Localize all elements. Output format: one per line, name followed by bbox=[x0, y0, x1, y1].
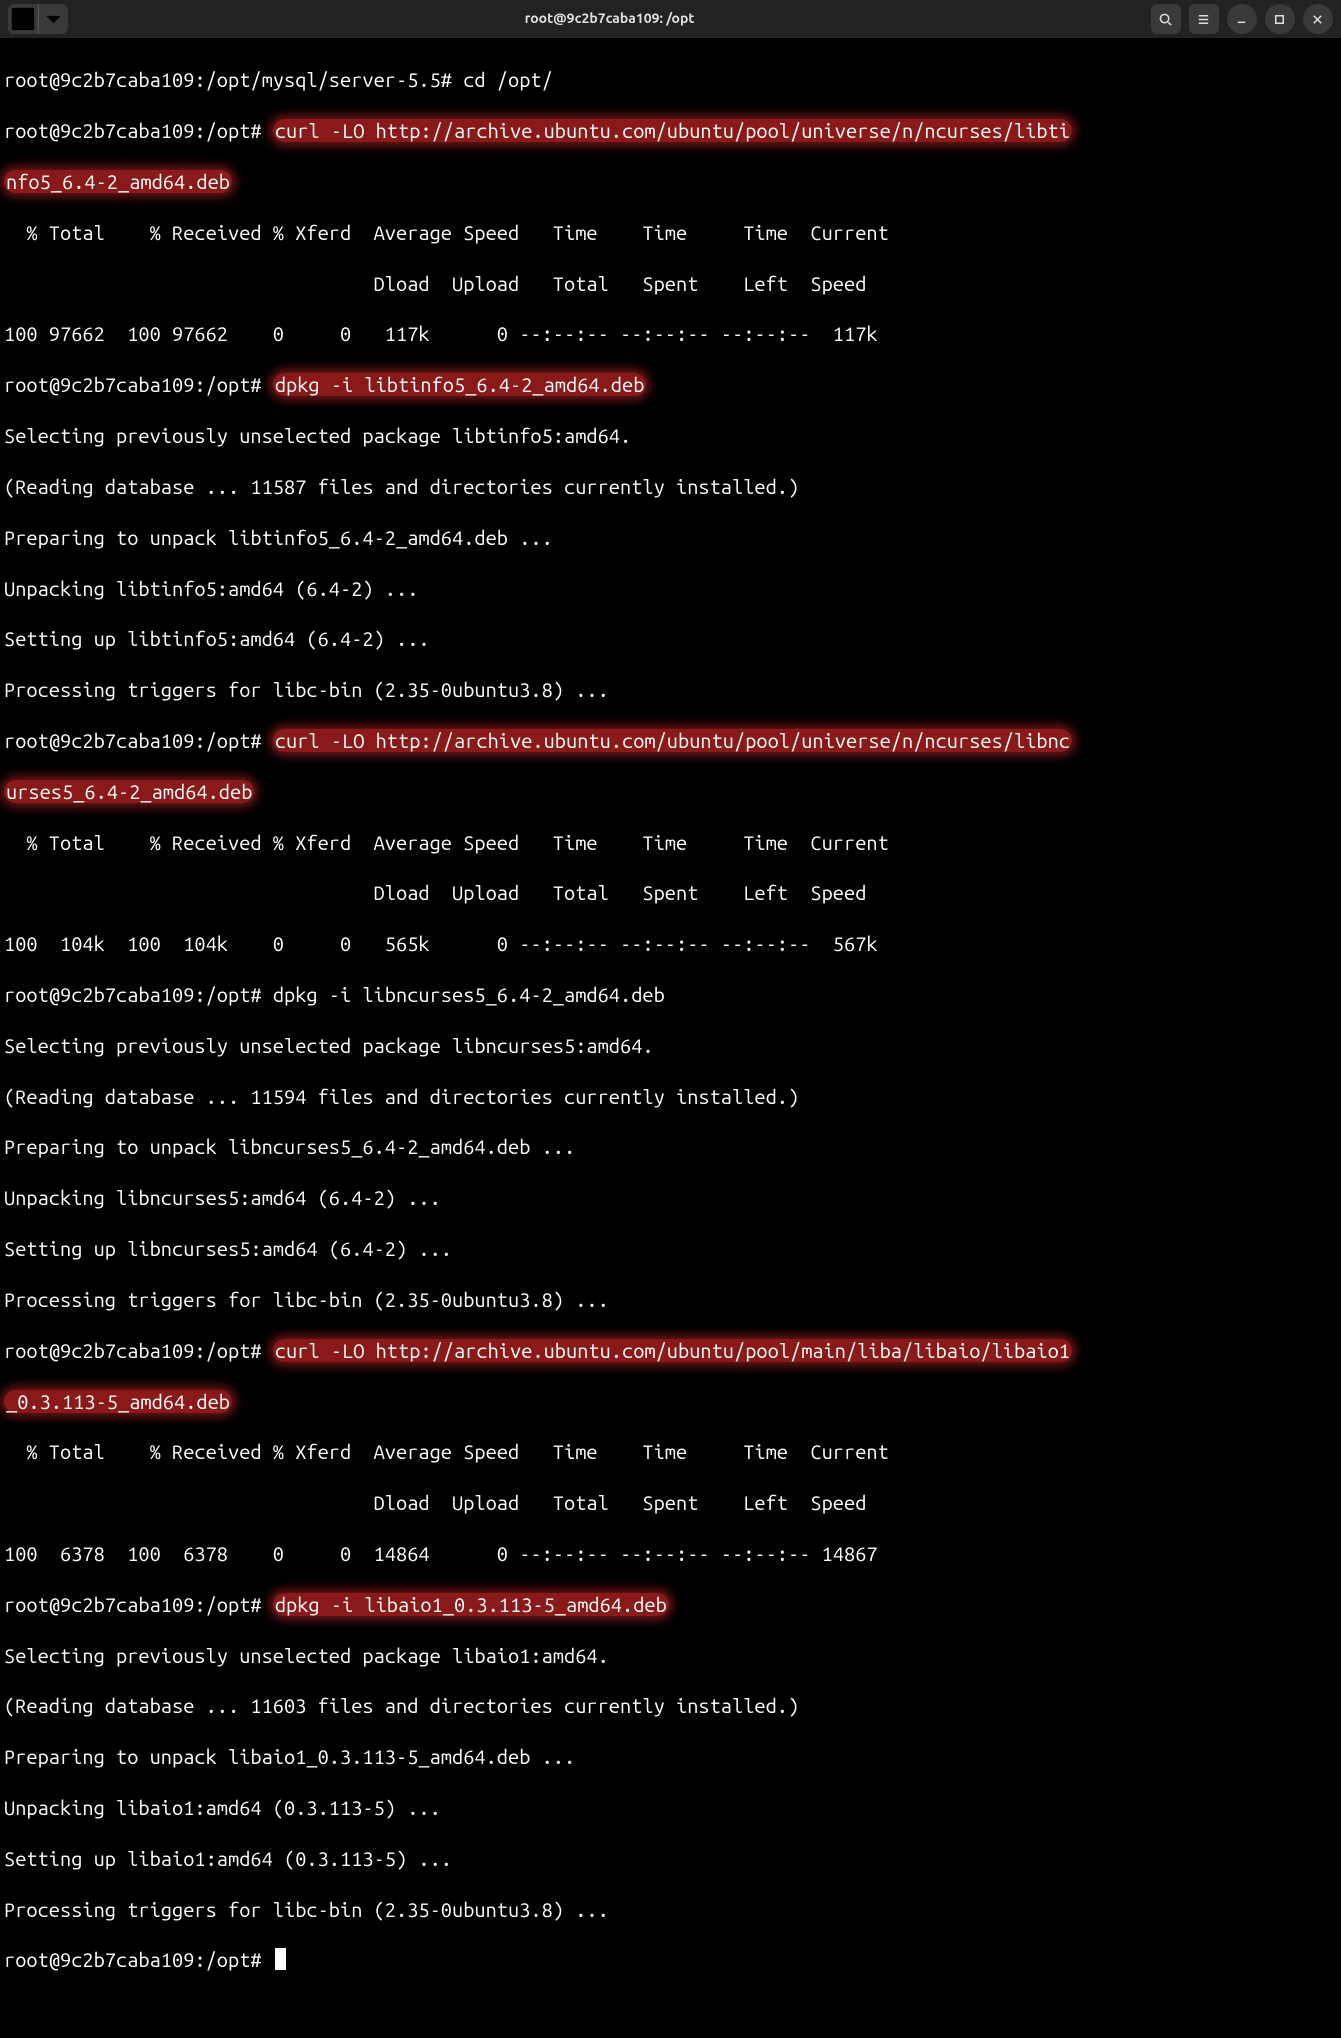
prompt: root@9c2b7caba109:/opt# bbox=[4, 119, 273, 142]
output-line: Unpacking libtinfo5:amd64 (6.4-2) ... bbox=[4, 576, 1337, 601]
highlighted-command: curl -LO http://archive.ubuntu.com/ubunt… bbox=[273, 1339, 1072, 1362]
output-line: 100 97662 100 97662 0 0 117k 0 --:--:-- … bbox=[4, 321, 1337, 346]
output-line: Setting up libncurses5:amd64 (6.4-2) ... bbox=[4, 1236, 1337, 1261]
menu-button[interactable] bbox=[1189, 4, 1219, 34]
output-line: (Reading database ... 11594 files and di… bbox=[4, 1084, 1337, 1109]
output-line: Processing triggers for libc-bin (2.35-0… bbox=[4, 1897, 1337, 1922]
output-line: 100 6378 100 6378 0 0 14864 0 --:--:-- -… bbox=[4, 1541, 1337, 1566]
prompt: root@9c2b7caba109:/opt# bbox=[4, 1593, 273, 1616]
new-tab-split[interactable] bbox=[8, 4, 68, 34]
prompt: root@9c2b7caba109:/opt/mysql/server-5.5# bbox=[4, 68, 463, 91]
output-line: (Reading database ... 11603 files and di… bbox=[4, 1693, 1337, 1718]
output-line: Selecting previously unselected package … bbox=[4, 1643, 1337, 1668]
minimize-button[interactable] bbox=[1227, 4, 1257, 34]
output-line: Setting up libaio1:amd64 (0.3.113-5) ... bbox=[4, 1846, 1337, 1871]
output-line: 100 104k 100 104k 0 0 565k 0 --:--:-- --… bbox=[4, 931, 1337, 956]
search-button[interactable] bbox=[1151, 4, 1181, 34]
close-button[interactable] bbox=[1303, 4, 1333, 34]
output-line: Selecting previously unselected package … bbox=[4, 1033, 1337, 1058]
new-tab-button[interactable] bbox=[8, 4, 38, 34]
highlighted-command: curl -LO http://archive.ubuntu.com/ubunt… bbox=[273, 119, 1072, 142]
highlighted-command: dpkg -i libtinfo5_6.4-2_amd64.deb bbox=[273, 373, 647, 396]
output-line: % Total % Received % Xferd Average Speed… bbox=[4, 1439, 1337, 1464]
output-line: % Total % Received % Xferd Average Speed… bbox=[4, 830, 1337, 855]
output-line: Unpacking libncurses5:amd64 (6.4-2) ... bbox=[4, 1185, 1337, 1210]
output-line: Setting up libtinfo5:amd64 (6.4-2) ... bbox=[4, 626, 1337, 651]
new-tab-dropdown[interactable] bbox=[38, 4, 68, 34]
highlighted-command: curl -LO http://archive.ubuntu.com/ubunt… bbox=[273, 729, 1072, 752]
highlighted-command: dpkg -i libaio1_0.3.113-5_amd64.deb bbox=[273, 1593, 669, 1616]
maximize-button[interactable] bbox=[1265, 4, 1295, 34]
output-line: Processing triggers for libc-bin (2.35-0… bbox=[4, 1287, 1337, 1312]
output-line: Processing triggers for libc-bin (2.35-0… bbox=[4, 677, 1337, 702]
output-line: Dload Upload Total Spent Left Speed bbox=[4, 880, 1337, 905]
highlighted-command: nfo5_6.4-2_amd64.deb bbox=[4, 170, 232, 193]
output-line: Dload Upload Total Spent Left Speed bbox=[4, 1490, 1337, 1515]
prompt: root@9c2b7caba109:/opt# bbox=[4, 373, 273, 396]
window-title: root@9c2b7caba109: /opt bbox=[525, 6, 695, 31]
prompt: root@9c2b7caba109:/opt# bbox=[4, 1948, 273, 1971]
command-text: cd /opt/ bbox=[463, 68, 553, 91]
highlighted-command: urses5_6.4-2_amd64.deb bbox=[4, 780, 254, 803]
output-line: Selecting previously unselected package … bbox=[4, 423, 1337, 448]
cursor bbox=[275, 1948, 286, 1970]
output-line: Dload Upload Total Spent Left Speed bbox=[4, 271, 1337, 296]
output-line: % Total % Received % Xferd Average Speed… bbox=[4, 220, 1337, 245]
prompt: root@9c2b7caba109:/opt# bbox=[4, 1339, 273, 1362]
highlighted-command: _0.3.113-5_amd64.deb bbox=[4, 1390, 232, 1413]
output-line: Preparing to unpack libtinfo5_6.4-2_amd6… bbox=[4, 525, 1337, 550]
output-line: Preparing to unpack libncurses5_6.4-2_am… bbox=[4, 1134, 1337, 1159]
titlebar: root@9c2b7caba109: /opt bbox=[0, 0, 1341, 38]
output-line: (Reading database ... 11587 files and di… bbox=[4, 474, 1337, 499]
output-line: Unpacking libaio1:amd64 (0.3.113-5) ... bbox=[4, 1795, 1337, 1820]
output-line: Preparing to unpack libaio1_0.3.113-5_am… bbox=[4, 1744, 1337, 1769]
terminal-output[interactable]: root@9c2b7caba109:/opt/mysql/server-5.5#… bbox=[0, 38, 1341, 2038]
prompt: root@9c2b7caba109:/opt# bbox=[4, 983, 273, 1006]
prompt: root@9c2b7caba109:/opt# bbox=[4, 729, 273, 752]
command-text: dpkg -i libncurses5_6.4-2_amd64.deb bbox=[273, 983, 665, 1006]
